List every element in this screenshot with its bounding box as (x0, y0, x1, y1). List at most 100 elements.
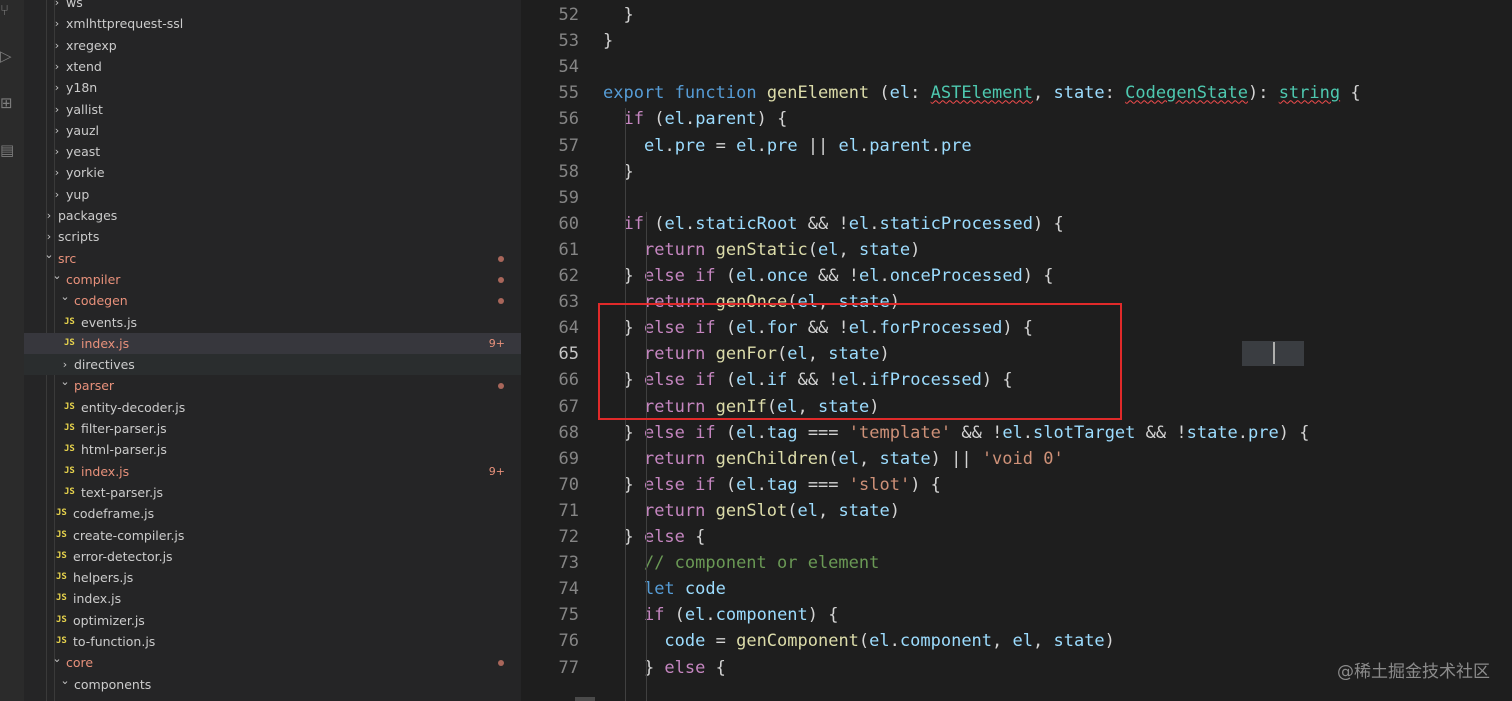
tree-item-label: xregexp (66, 37, 117, 53)
tree-folder[interactable]: › scripts (24, 226, 521, 247)
line-number: 69 (558, 448, 579, 469)
chevron-right-icon: › (54, 187, 60, 201)
tree-folder[interactable]: › yallist (24, 99, 521, 120)
tree-file[interactable]: JS to-function.js (24, 631, 521, 652)
line-number: 66 (558, 370, 579, 391)
tree-file[interactable]: JS index.js 9+ (24, 332, 521, 355)
code-token: if (695, 266, 716, 286)
code-line[interactable]: } else if (el.tag === 'template' && !el.… (603, 420, 1309, 446)
line-number: 52 (558, 5, 579, 25)
code-line[interactable]: export function genElement (el: ASTEleme… (603, 80, 1361, 106)
code-token: el (736, 474, 757, 495)
code-line[interactable]: } else { (603, 655, 726, 681)
code-line[interactable]: } (603, 159, 633, 185)
tree-file[interactable]: JS entity-decoder.js (24, 397, 521, 418)
code-line[interactable]: } (603, 2, 633, 28)
code-token: el (736, 135, 757, 156)
tree-file[interactable]: JS codeframe.js (24, 503, 521, 524)
tree-folder[interactable]: › yorkie (24, 162, 521, 183)
code-line[interactable]: code = genComponent(el.component, el, st… (603, 628, 1115, 654)
tree-item-label: xmlhttprequest-ssl (66, 16, 184, 32)
api-icon[interactable]: ▤ (0, 140, 16, 160)
code-line[interactable]: if (el.component) { (603, 602, 839, 628)
code-token: else (643, 474, 685, 495)
code-line[interactable]: } else { (603, 524, 705, 550)
tree-file[interactable]: JS index.js 9+ (24, 461, 521, 482)
tree-folder[interactable]: › xtend (24, 56, 521, 77)
code-line[interactable]: if (el.staticRoot && !el.staticProcessed… (603, 211, 1063, 237)
code-token: . (1237, 422, 1249, 443)
code-token: = (705, 631, 737, 652)
tree-item-label: index.js (81, 335, 130, 351)
code-token: state (1053, 83, 1105, 104)
tree-file[interactable]: JS helpers.js (24, 567, 521, 588)
tree-folder[interactable]: › y18n (24, 77, 521, 98)
chevron-down-icon: ⌄ (60, 375, 70, 389)
code-line[interactable]: } (603, 28, 613, 54)
code-token: . (756, 135, 767, 156)
run-debug-icon[interactable]: ▷ (0, 46, 16, 66)
code-token: { (705, 657, 726, 678)
tree-folder[interactable]: › xregexp (24, 35, 521, 56)
code-line[interactable]: } else if (el.tag === 'slot') { (603, 472, 940, 498)
code-token: , (992, 631, 1013, 652)
tree-file[interactable]: JS optimizer.js (24, 610, 521, 631)
tree-file[interactable]: JS error-detector.js (24, 546, 521, 567)
chevron-right-icon: › (54, 0, 60, 9)
code-token: CodegenState (1125, 83, 1248, 104)
line-number: 72 (558, 527, 579, 547)
code-line[interactable]: return genStatic(el, state) (603, 237, 920, 263)
tree-folder[interactable]: › yauzl (24, 120, 521, 141)
code-token: else (664, 657, 706, 678)
tree-folder[interactable]: ⌄ compiler (24, 269, 521, 290)
tree-folder[interactable]: ⌄ components (24, 674, 521, 695)
tree-folder[interactable]: ⌄ parser (24, 375, 521, 396)
code-token: ): (1247, 83, 1279, 104)
chevron-down-icon: ⌄ (44, 247, 54, 261)
code-line[interactable]: return genSlot(el, state) (603, 498, 900, 524)
tree-file[interactable]: JS html-parser.js (24, 439, 521, 460)
code-token: el (736, 422, 757, 443)
horizontal-scrollbar[interactable] (575, 697, 595, 701)
extensions-icon[interactable]: ⊞ (0, 93, 16, 113)
tree-file[interactable]: JS filter-parser.js (24, 418, 521, 439)
tree-folder[interactable]: › yeast (24, 141, 521, 162)
code-token: } (603, 527, 644, 547)
tree-folder[interactable]: ⌄ src (24, 248, 521, 269)
code-line[interactable]: return genChildren(el, state) || 'void 0… (603, 446, 1064, 472)
code-token: el (859, 266, 880, 286)
chevron-right-icon: › (46, 209, 52, 222)
tree-folder[interactable]: ⌄ codegen (24, 290, 521, 311)
modified-dot-icon (498, 660, 504, 667)
code-line[interactable]: el.pre = el.pre || el.parent.pre (603, 133, 972, 159)
code-token: staticRoot (695, 213, 798, 234)
code-token: el (1002, 422, 1023, 443)
code-line[interactable]: if (el.parent) { (603, 106, 787, 132)
tree-folder[interactable]: › xmlhttprequest-ssl (24, 13, 521, 34)
tree-file[interactable]: JS events.js (24, 312, 521, 333)
tree-folder[interactable]: › directives (24, 354, 521, 376)
code-token: genElement (766, 83, 870, 104)
tree-file[interactable]: JS index.js (24, 588, 521, 609)
code-line[interactable]: } else if (el.once && !el.onceProcessed)… (603, 263, 1053, 289)
tree-folder[interactable]: › ws (24, 0, 521, 13)
code-token: else (643, 422, 685, 443)
source-control-icon[interactable]: ⑂ (0, 0, 16, 20)
code-token: state (838, 500, 890, 521)
tree-file[interactable]: JS create-compiler.js (24, 525, 521, 546)
code-line[interactable]: let code (603, 576, 726, 602)
code-token: el (664, 213, 685, 234)
code-token: onceProcessed (889, 266, 1023, 286)
tree-folder[interactable]: › yup (24, 184, 521, 205)
code-token: if (695, 422, 716, 443)
tree-item-label: error-detector.js (73, 548, 173, 564)
chevron-right-icon: › (54, 102, 60, 116)
code-line[interactable]: // component or element (603, 550, 879, 576)
annotation-highlight-box (598, 303, 1122, 420)
chevron-right-icon: › (54, 145, 60, 159)
tree-folder[interactable]: ⌄ core (24, 652, 521, 673)
tree-file[interactable]: JS text-parser.js (24, 482, 521, 503)
tree-folder[interactable]: › packages (24, 205, 521, 226)
